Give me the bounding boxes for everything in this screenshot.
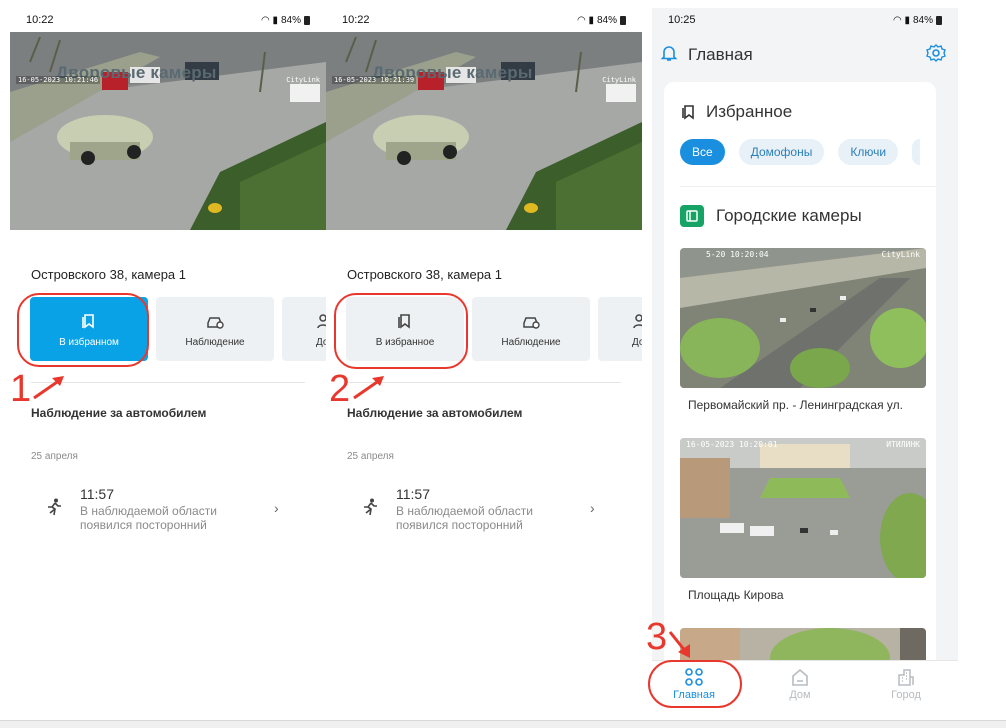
status-time: 10:22 xyxy=(342,14,370,26)
watch-button[interactable]: Наблюдение xyxy=(472,297,590,361)
battery-icon xyxy=(620,15,626,25)
annotation-arrow-3 xyxy=(668,631,690,658)
chip-all[interactable]: Все xyxy=(680,139,725,165)
camera-video[interactable]: Дворовые камеры 16-05-2023 10:21:39 City… xyxy=(326,32,642,230)
app-bar: Главная xyxy=(652,32,958,76)
annotation-number-3: 3 xyxy=(646,616,668,658)
status-indicators: ◠ ▮ 84% xyxy=(893,15,942,26)
event-description: В наблюдаемой области появился посторонн… xyxy=(396,504,533,532)
battery-icon xyxy=(936,15,942,25)
battery-icon xyxy=(304,15,310,25)
running-person-icon xyxy=(48,498,61,516)
status-time: 10:22 xyxy=(26,14,54,26)
favorites-filter: Все Домофоны Ключи xyxy=(680,139,921,165)
divider xyxy=(680,186,936,187)
favorites-header: Избранное xyxy=(680,102,792,122)
nav-city[interactable]: Город xyxy=(876,667,936,701)
access-button-label: Доступ xyxy=(632,336,642,348)
video-brand: CityLink xyxy=(286,76,320,84)
watch-button-label: Наблюдение xyxy=(501,336,561,348)
video-timestamp: 16-05-2023 10:21:39 xyxy=(332,76,417,84)
thumb-brand: ИТИЛИНК xyxy=(886,440,920,449)
battery-level: 84% xyxy=(912,14,933,26)
status-bar: 10:22 ◠ ▮ 84% xyxy=(326,8,642,32)
page-title: Главная xyxy=(688,45,753,64)
bell-icon[interactable] xyxy=(660,44,678,62)
city-map-icon xyxy=(680,205,704,227)
battery-level: 84% xyxy=(596,14,617,26)
event-description: В наблюдаемой области появился посторонн… xyxy=(80,504,217,532)
comparison-canvas: 10:22 ◠ ▮ 84% Дворовые камеры 16-05-2023… xyxy=(0,0,1006,728)
wifi-icon: ◠ ▮ xyxy=(892,14,910,26)
nav-house[interactable]: Дом xyxy=(770,667,830,701)
users-icon xyxy=(633,313,642,328)
page-footer-strip xyxy=(0,720,1006,728)
gear-icon[interactable] xyxy=(926,43,946,63)
access-button-label: Доступ xyxy=(316,336,326,348)
annotation-circle-2 xyxy=(334,293,468,369)
camera-title: Островского 38, камера 1 xyxy=(347,267,503,282)
video-brand: CityLink xyxy=(602,76,636,84)
camera-video[interactable]: Дворовые камеры 16-05-2023 10:21:46 City… xyxy=(10,32,326,230)
watch-button[interactable]: Наблюдение xyxy=(156,297,274,361)
battery-level: 84% xyxy=(280,14,301,26)
camera-name-1[interactable]: Первомайский пр. - Ленинградская ул. xyxy=(688,398,903,412)
access-button[interactable]: Доступ xyxy=(598,297,642,361)
chevron-right-icon: › xyxy=(590,500,595,516)
home-card: Избранное Все Домофоны Ключи Городские к… xyxy=(664,82,936,682)
city-icon xyxy=(898,669,914,686)
annotation-circle-3 xyxy=(648,660,742,708)
wifi-icon: ◠ ▮ xyxy=(260,14,278,26)
annotation-arrow-1 xyxy=(33,376,64,400)
running-person-icon xyxy=(364,498,377,516)
camera-name-2[interactable]: Площадь Кирова xyxy=(688,588,784,602)
phone-screen-3: 10:25 ◠ ▮ 84% Главная Избранное Все Домо… xyxy=(652,8,958,712)
date-label: 25 апреля xyxy=(31,451,78,462)
status-bar: 10:22 ◠ ▮ 84% xyxy=(10,8,326,32)
event-time: 11:57 xyxy=(80,486,114,502)
chevron-right-icon: › xyxy=(274,500,279,516)
favorites-title: Избранное xyxy=(706,102,793,121)
nav-label: Дом xyxy=(789,689,811,701)
camera-thumbnail-1[interactable]: 5-20 10:20:04 CityLink xyxy=(680,248,926,388)
section-title: Наблюдение за автомобилем xyxy=(31,406,207,420)
status-indicators: ◠ ▮ 84% xyxy=(261,15,310,26)
divider xyxy=(31,382,305,383)
wifi-icon: ◠ ▮ xyxy=(576,14,594,26)
chip-more[interactable] xyxy=(912,139,921,165)
section-title: Наблюдение за автомобилем xyxy=(347,406,523,420)
thumb-brand: CityLink xyxy=(881,250,920,259)
thumb-timestamp: 16-05-2023 10:20:01 xyxy=(686,440,778,449)
access-button[interactable]: Доступ xyxy=(282,297,326,361)
car-watch-icon xyxy=(523,316,540,329)
users-icon xyxy=(317,313,326,328)
thumb-timestamp: 5-20 10:20:04 xyxy=(706,250,769,259)
bookmark-icon xyxy=(682,105,694,120)
chip-intercoms[interactable]: Домофоны xyxy=(738,139,825,165)
camera-thumbnail-2[interactable]: 16-05-2023 10:20:01 ИТИЛИНК xyxy=(680,438,926,578)
status-time: 10:25 xyxy=(668,14,696,26)
annotation-number-1: 1 xyxy=(10,368,32,410)
status-indicators: ◠ ▮ 84% xyxy=(577,15,626,26)
video-timestamp: 16-05-2023 10:21:46 xyxy=(16,76,101,84)
nav-label: Город xyxy=(891,689,921,701)
chip-keys[interactable]: Ключи xyxy=(838,139,899,165)
date-label: 25 апреля xyxy=(347,451,394,462)
annotation-circle-1 xyxy=(17,293,149,367)
car-watch-icon xyxy=(207,316,224,329)
annotation-arrow-2 xyxy=(353,376,384,400)
home-icon xyxy=(792,668,808,686)
city-cameras-header: Городские камеры xyxy=(680,205,862,227)
event-time: 11:57 xyxy=(396,486,430,502)
city-cameras-title: Городские камеры xyxy=(716,206,862,225)
annotation-number-2: 2 xyxy=(329,368,351,410)
status-bar: 10:25 ◠ ▮ 84% xyxy=(652,8,958,32)
event-item[interactable]: 11:57 В наблюдаемой области появился пос… xyxy=(46,486,286,536)
camera-title: Островского 38, камера 1 xyxy=(31,267,187,282)
watch-button-label: Наблюдение xyxy=(185,336,245,348)
event-item[interactable]: 11:57 В наблюдаемой области появился пос… xyxy=(362,486,602,536)
